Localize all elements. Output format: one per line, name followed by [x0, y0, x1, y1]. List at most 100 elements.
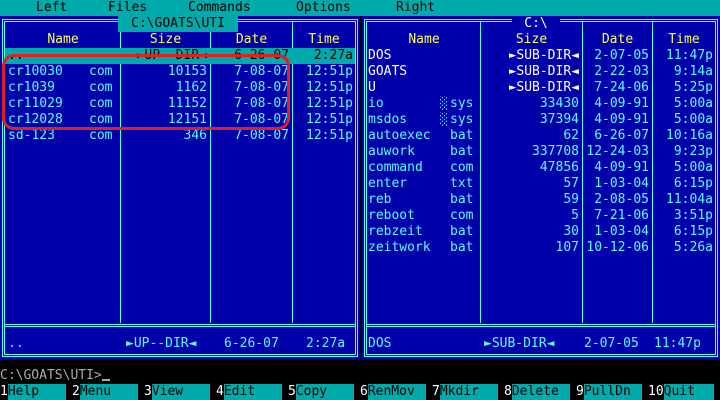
file-time: 9:23p [673, 144, 713, 159]
file-row[interactable]: reb bat 59 2-08-05 11:04a [367, 192, 715, 208]
file-ext: com [450, 160, 474, 175]
file-size: 107 [555, 240, 579, 255]
function-key-quit[interactable]: 10Quit [648, 384, 714, 400]
file-row[interactable]: GOATS ►SUB-DIR◄ 2-22-03 9:14a [367, 64, 715, 80]
right-status-time: 11:47p [654, 336, 701, 351]
file-ext: bat [450, 192, 474, 207]
file-time: 5:25p [673, 80, 713, 95]
file-row[interactable]: DOS ►SUB-DIR◄ 2-07-05 11:47p [367, 48, 715, 64]
file-time: 12:51p [306, 80, 353, 95]
left-header-name: Name [47, 32, 79, 47]
file-date: 2-08-05 [594, 192, 649, 207]
file-name: command [368, 160, 423, 175]
function-key-label: Mkdir [439, 384, 498, 400]
right-header-name: Name [408, 32, 440, 47]
function-key-number: 8 [504, 384, 512, 399]
file-time: 3:51p [673, 208, 713, 223]
file-time: 9:14a [673, 64, 713, 79]
file-size: ►SUB-DIR◄ [508, 80, 579, 95]
left-header-time: Time [308, 32, 340, 47]
file-row[interactable]: msdos ░ sys 37394 4-09-91 5:00a [367, 112, 715, 128]
file-row[interactable]: zeitwork bat 107 10-12-06 5:26a [367, 240, 715, 256]
file-row[interactable]: reboot com 5 7-21-06 3:51p [367, 208, 715, 224]
right-status-date: 2-07-05 [584, 336, 639, 351]
file-ext: bat [450, 240, 474, 255]
function-key-help[interactable]: 1Help [0, 384, 66, 400]
file-name: sd-123 [8, 128, 55, 143]
file-name: auwork [368, 144, 415, 159]
function-key-mkdir[interactable]: 7Mkdir [432, 384, 498, 400]
function-key-pulldn[interactable]: 9PullDn [576, 384, 642, 400]
file-time: 11:04a [666, 192, 713, 207]
file-size: 59 [563, 192, 579, 207]
file-size: 57 [563, 176, 579, 191]
function-key-label: Edit [223, 384, 282, 400]
right-panel[interactable]: C:\ Name Size Date Time DOS ►SUB-DIR◄ 2-07… [362, 16, 720, 360]
file-date: 4-09-91 [594, 160, 649, 175]
file-date: 1-03-04 [594, 176, 649, 191]
file-time: 5:26a [673, 240, 713, 255]
file-name: GOATS [368, 64, 408, 79]
file-row[interactable]: autoexec bat 62 6-26-07 10:16a [367, 128, 715, 144]
function-key-label: Help [7, 384, 66, 400]
function-key-number: 1 [0, 384, 8, 399]
file-ext: sys [450, 96, 474, 111]
highlight-annotation [2, 54, 290, 130]
function-key-number: 4 [216, 384, 224, 399]
file-date: 2-07-05 [594, 48, 649, 63]
function-key-number: 7 [432, 384, 440, 399]
file-ext: com [450, 208, 474, 223]
menu-right[interactable]: Right [396, 0, 435, 16]
function-key-delete[interactable]: 8Delete [504, 384, 570, 400]
file-time: 12:51p [306, 112, 353, 127]
file-row[interactable]: enter txt 57 1-03-04 6:15p [367, 176, 715, 192]
file-time: 12:51p [306, 128, 353, 143]
menu-options[interactable]: Options [296, 0, 351, 16]
file-time: 12:51p [306, 64, 353, 79]
right-panel-path: C:\ [512, 16, 560, 32]
file-row[interactable]: rebzeit bat 30 1-03-04 6:15p [367, 224, 715, 240]
file-date: 6-26-07 [594, 128, 649, 143]
menu-files[interactable]: Files [108, 0, 147, 16]
menu-commands[interactable]: Commands [188, 0, 251, 16]
file-name: rebzeit [368, 224, 423, 239]
file-row[interactable]: io ░ sys 33430 4-09-91 5:00a [367, 96, 715, 112]
file-name: autoexec [368, 128, 431, 143]
function-key-label: RenMov [367, 384, 426, 400]
file-time: 6:15p [673, 176, 713, 191]
file-name: reb [368, 192, 392, 207]
function-key-renmov[interactable]: 6RenMov [360, 384, 426, 400]
file-time: 6:15p [673, 224, 713, 239]
command-line[interactable]: C:\GOATS\UTI> [0, 368, 720, 384]
function-key-edit[interactable]: 4Edit [216, 384, 282, 400]
left-status-date: 6-26-07 [224, 336, 279, 351]
file-date: 1-03-04 [594, 224, 649, 239]
menu-left[interactable]: Left [36, 0, 67, 16]
file-size: 30 [563, 224, 579, 239]
file-name: zeitwork [368, 240, 431, 255]
file-ext: bat [450, 128, 474, 143]
file-date: 7-21-06 [594, 208, 649, 223]
function-key-label: PullDn [583, 384, 642, 400]
function-key-label: Copy [295, 384, 354, 400]
function-key-number: 6 [360, 384, 368, 399]
right-header-time: Time [668, 32, 700, 47]
function-key-menu[interactable]: 2Menu [72, 384, 138, 400]
file-size: 346 [183, 128, 207, 143]
file-row[interactable]: command com 47856 4-09-91 5:00a [367, 160, 715, 176]
function-key-number: 3 [144, 384, 152, 399]
file-row[interactable]: U ►SUB-DIR◄ 7-24-06 5:25p [367, 80, 715, 96]
file-time: 5:00a [673, 160, 713, 175]
right-status-size: ►SUB-DIR◄ [484, 336, 555, 351]
file-ext: bat [450, 144, 474, 159]
function-key-label: Quit [663, 384, 714, 400]
hidden-attr-mark: ░ [440, 112, 448, 127]
file-date: 12-24-03 [586, 144, 649, 159]
file-size: 47856 [539, 160, 579, 175]
left-status-size: ►UP--DIR◄ [126, 336, 197, 351]
file-ext: com [89, 128, 113, 143]
function-key-copy[interactable]: 5Copy [288, 384, 354, 400]
function-key-view[interactable]: 3View [144, 384, 210, 400]
file-row[interactable]: sd-123 com 346 7-08-07 12:51p [5, 128, 355, 144]
file-row[interactable]: auwork bat 337708 12-24-03 9:23p [367, 144, 715, 160]
